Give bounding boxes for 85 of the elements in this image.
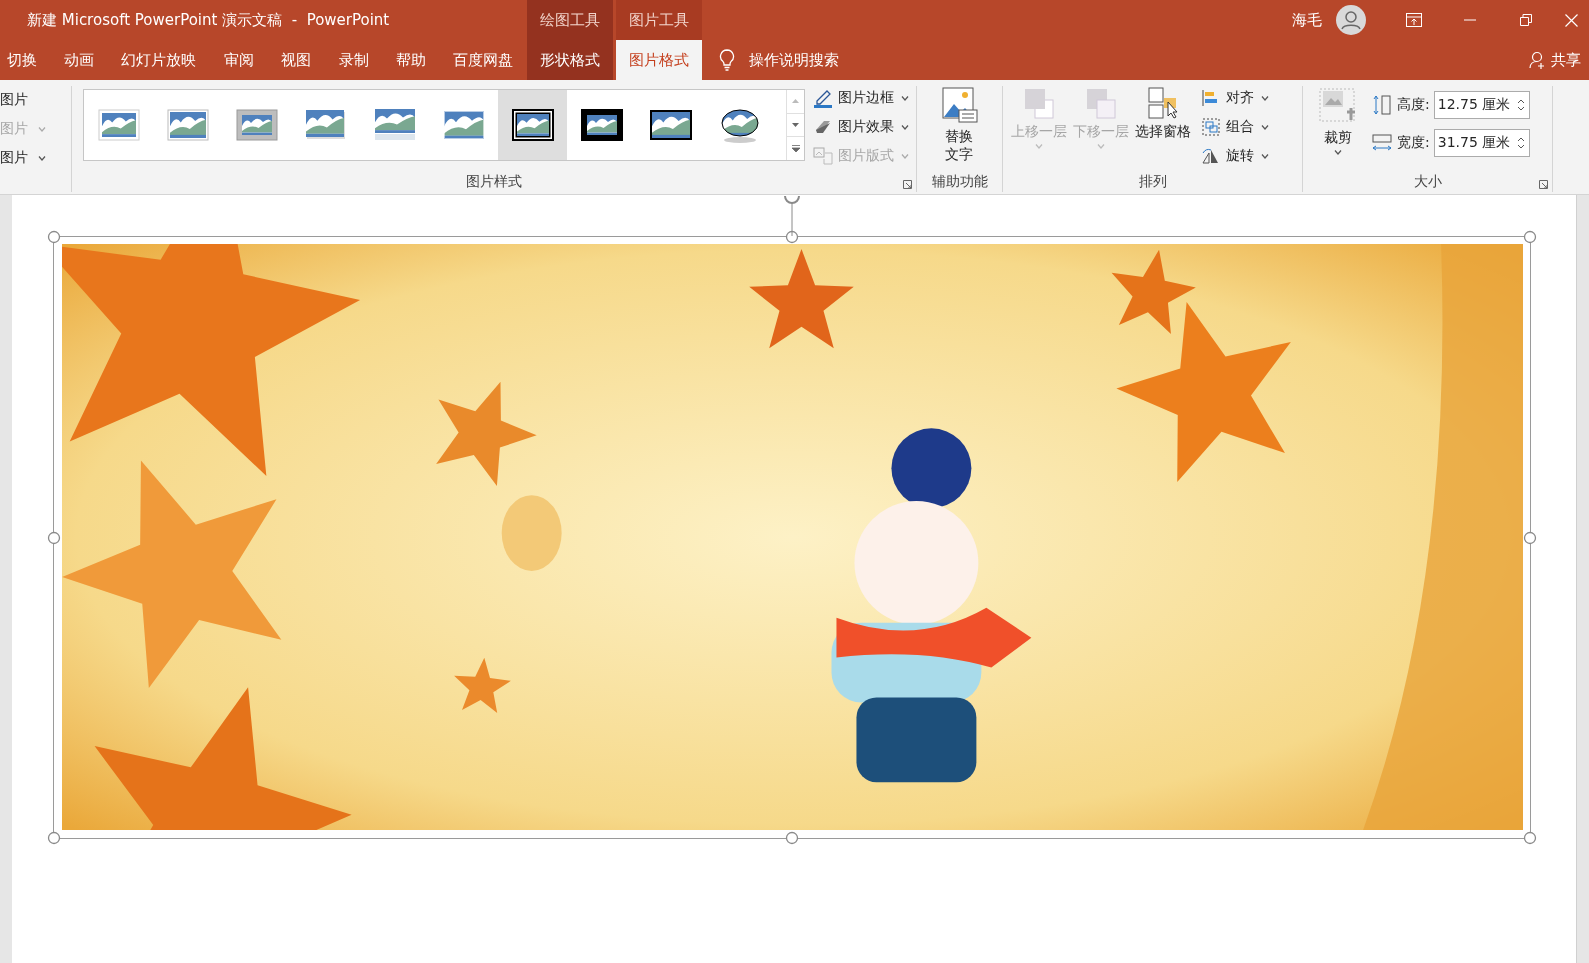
landscape-icon bbox=[647, 107, 694, 143]
size-label: 宽度: bbox=[1397, 134, 1430, 152]
user-name: 海毛 bbox=[1292, 9, 1322, 31]
group-icon bbox=[1201, 117, 1221, 137]
share-button[interactable]: 共享 bbox=[1529, 40, 1581, 80]
selection-pane-icon bbox=[1146, 86, 1180, 120]
landscape-icon bbox=[578, 107, 625, 143]
height-icon bbox=[1371, 94, 1393, 116]
scroll-up-icon bbox=[792, 99, 799, 104]
picture-format-command[interactable]: 图片边框 bbox=[813, 88, 909, 108]
size-label: 高度: bbox=[1397, 96, 1430, 114]
restore-icon bbox=[1520, 14, 1532, 26]
bring-forward-icon bbox=[1022, 86, 1056, 120]
chevron-down-icon bbox=[901, 124, 909, 130]
group-label: 辅助功能 bbox=[931, 173, 988, 191]
ribbon-tab[interactable]: 录制 bbox=[324, 40, 383, 80]
minimize-icon bbox=[1464, 19, 1476, 21]
ribbon-tab[interactable]: 百度网盘 bbox=[439, 40, 527, 80]
landscape-icon bbox=[233, 107, 280, 143]
chevron-down-icon bbox=[1035, 144, 1043, 149]
chevron-down-icon bbox=[901, 95, 909, 101]
more-icon bbox=[791, 145, 800, 153]
arrange-command[interactable]: 组合 bbox=[1201, 117, 1269, 137]
size-field[interactable]: 31.75 厘米 bbox=[1433, 129, 1530, 157]
picture-layout-icon bbox=[813, 147, 833, 165]
window-title: 新建 Microsoft PowerPoint 演示文稿 - PowerPoint bbox=[26, 9, 391, 31]
scroll-down-icon bbox=[792, 123, 799, 127]
chevron-down-icon bbox=[38, 126, 46, 132]
landscape-icon bbox=[164, 107, 211, 143]
landscape-icon bbox=[95, 107, 142, 143]
spinner-icon bbox=[1516, 136, 1525, 150]
ribbon-tab[interactable]: 审阅 bbox=[210, 40, 268, 80]
selection-handle[interactable] bbox=[47, 831, 61, 845]
selection-handle[interactable] bbox=[1523, 230, 1537, 244]
spinner-icon bbox=[1516, 98, 1525, 112]
ribbon-tab[interactable]: 形状格式 bbox=[527, 40, 613, 80]
dialog-launcher-icon bbox=[903, 180, 912, 189]
lightbulb-icon bbox=[719, 49, 735, 71]
picture-format-command[interactable]: 图片效果 bbox=[813, 117, 909, 137]
landscape-icon bbox=[509, 107, 556, 143]
selection-handle[interactable] bbox=[1523, 831, 1537, 845]
arrange-command[interactable]: 旋转 bbox=[1201, 146, 1269, 166]
group-label: 排列 bbox=[1138, 173, 1167, 191]
context-tool-label: 绘图工具 bbox=[527, 0, 613, 40]
selection-handle[interactable] bbox=[785, 831, 799, 845]
chevron-down-icon bbox=[901, 153, 909, 159]
picture-command[interactable]: 图片 bbox=[0, 148, 71, 168]
ribbon-tab[interactable]: 幻灯片放映 bbox=[107, 40, 211, 80]
pencil-icon bbox=[813, 88, 833, 108]
close-icon bbox=[1565, 13, 1578, 27]
dialog-launcher-icon bbox=[1539, 180, 1548, 189]
context-tool-label: 图片工具 bbox=[616, 0, 702, 40]
chevron-down-icon bbox=[1261, 124, 1269, 130]
alt-text-icon bbox=[940, 86, 979, 124]
selection-handle[interactable] bbox=[47, 230, 61, 244]
chevron-down-icon bbox=[1097, 144, 1105, 149]
selection-handle[interactable] bbox=[785, 230, 799, 244]
crop-button[interactable]: 裁剪 bbox=[1315, 86, 1361, 172]
group-label: 大小 bbox=[1413, 173, 1442, 191]
picture-command[interactable]: 图片 bbox=[0, 90, 71, 110]
rotate-icon bbox=[1201, 147, 1221, 165]
ribbon-tab[interactable]: 动画 bbox=[50, 40, 108, 80]
group-label: 图片样式 bbox=[466, 173, 522, 191]
picture-style-preset[interactable] bbox=[498, 90, 567, 160]
send-backward-icon bbox=[1084, 86, 1118, 120]
arrange-command[interactable]: 对齐 bbox=[1201, 88, 1269, 108]
ribbon-tab[interactable]: 图片格式 bbox=[616, 40, 702, 80]
selection-handle[interactable] bbox=[47, 530, 61, 545]
chevron-down-icon bbox=[1334, 150, 1342, 155]
selection-handle[interactable] bbox=[1523, 530, 1537, 545]
ribbon-display-icon bbox=[1406, 13, 1422, 27]
avatar-icon bbox=[1336, 5, 1366, 35]
eraser-icon bbox=[813, 118, 833, 136]
alt-text-button[interactable]: 替换文字 bbox=[938, 86, 981, 172]
ribbon-tab[interactable]: 切换 bbox=[0, 40, 51, 80]
tell-me-search[interactable]: 操作说明搜索 bbox=[749, 50, 839, 70]
rotation-handle[interactable] bbox=[782, 195, 802, 236]
ribbon-tab[interactable]: 视图 bbox=[267, 40, 325, 80]
person-add-icon bbox=[1529, 51, 1547, 69]
ribbon-tab[interactable]: 帮助 bbox=[382, 40, 440, 80]
arrange-button[interactable]: 选择窗格 bbox=[1133, 86, 1193, 172]
size-field[interactable]: 12.75 厘米 bbox=[1433, 91, 1530, 119]
chevron-down-icon bbox=[38, 155, 46, 161]
chevron-down-icon bbox=[1261, 153, 1269, 159]
chevron-down-icon bbox=[1261, 95, 1269, 101]
